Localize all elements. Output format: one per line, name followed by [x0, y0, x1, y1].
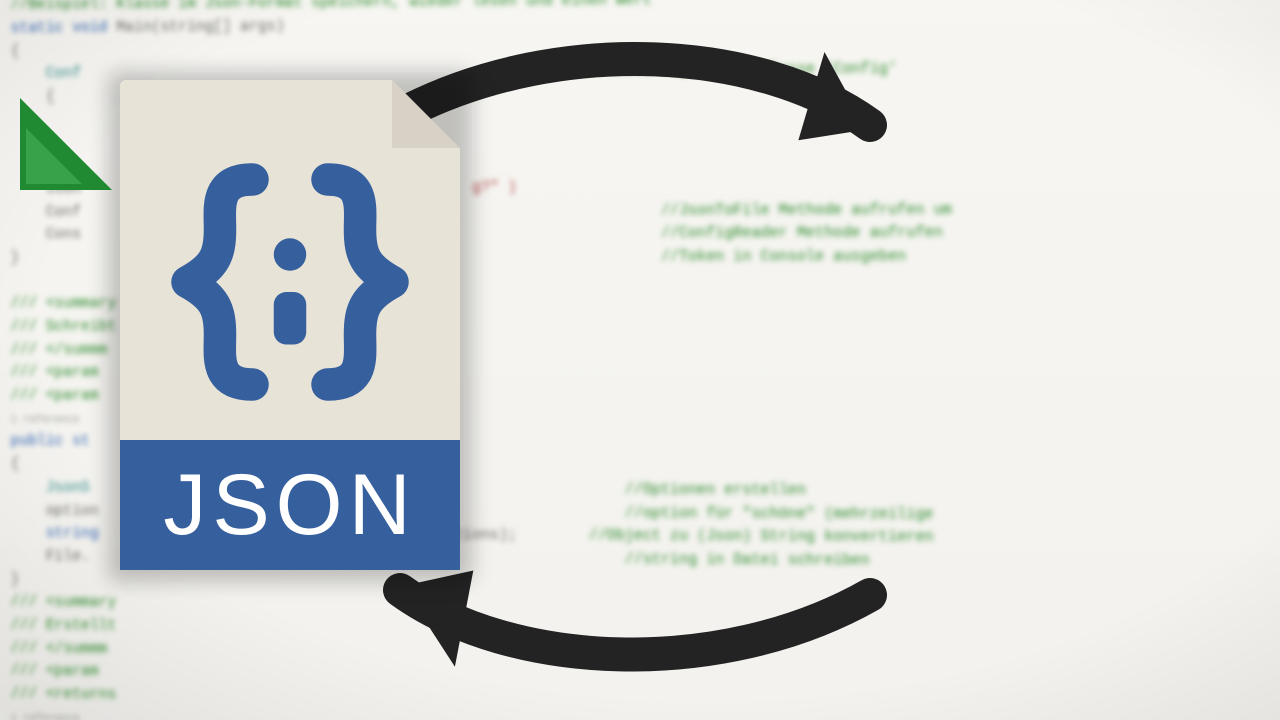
json-page-fold [392, 80, 460, 148]
json-band-label: JSON [163, 456, 416, 555]
thumbnail-stage: Event(Sel).Next(prev).Object internal cl… [0, 0, 1280, 720]
json-band: JSON [120, 440, 460, 570]
curly-braces-icon [120, 152, 460, 412]
